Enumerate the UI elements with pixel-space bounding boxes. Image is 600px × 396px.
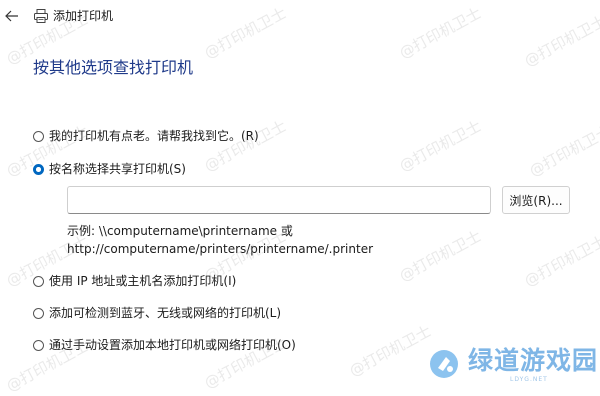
option-label: 添加可检测到蓝牙、无线或网络的打印机(L) bbox=[49, 306, 282, 320]
option-old-printer[interactable]: 我的打印机有点老。请帮我找到它。(R) bbox=[33, 127, 259, 145]
radio-button-selected[interactable] bbox=[33, 163, 44, 175]
option-manual-local[interactable]: 通过手动设置添加本地打印机或网络打印机(O) bbox=[33, 336, 296, 354]
browse-button[interactable]: 浏览(R)... bbox=[502, 186, 570, 214]
radio-button[interactable] bbox=[33, 339, 44, 351]
option-label: 我的打印机有点老。请帮我找到它。(R) bbox=[49, 129, 259, 143]
radio-button[interactable] bbox=[33, 307, 44, 319]
example-text-line-1: 示例: \\computername\printername 或 bbox=[67, 224, 293, 238]
site-logo-subtext: LDYG.NET bbox=[510, 376, 548, 383]
option-label: 通过手动设置添加本地打印机或网络打印机(O) bbox=[49, 338, 296, 352]
watermark: @打印机卫士 bbox=[346, 321, 435, 381]
site-logo-text: 绿道游戏园 bbox=[468, 346, 599, 375]
option-label: 按名称选择共享打印机(S) bbox=[49, 162, 186, 176]
option-ip-address[interactable]: 使用 IP 地址或主机名添加打印机(I) bbox=[33, 272, 236, 290]
page-title: 按其他选项查找打印机 bbox=[33, 58, 194, 77]
example-text-line-2: http://computername/printers/printername… bbox=[67, 242, 374, 256]
title-bar: 添加打印机 bbox=[0, 0, 600, 32]
site-logo-icon bbox=[430, 350, 458, 378]
watermark: @打印机卫士 bbox=[396, 226, 485, 286]
option-shared-printer-by-name[interactable]: 按名称选择共享打印机(S) bbox=[33, 160, 186, 178]
back-button[interactable] bbox=[2, 6, 22, 26]
radio-button[interactable] bbox=[33, 275, 44, 287]
back-arrow-icon bbox=[5, 10, 18, 22]
option-wireless-bluetooth[interactable]: 添加可检测到蓝牙、无线或网络的打印机(L) bbox=[33, 304, 281, 322]
watermark: @打印机卫士 bbox=[396, 116, 485, 176]
watermark: @打印机卫士 bbox=[201, 116, 290, 176]
printer-icon bbox=[34, 9, 48, 23]
option-label: 使用 IP 地址或主机名添加打印机(I) bbox=[49, 274, 237, 288]
shared-printer-name-input[interactable] bbox=[67, 186, 491, 214]
watermark: @打印机卫士 bbox=[521, 231, 600, 291]
radio-button[interactable] bbox=[33, 130, 44, 142]
watermark: @打印机卫士 bbox=[526, 121, 600, 181]
window-title: 添加打印机 bbox=[53, 9, 114, 23]
